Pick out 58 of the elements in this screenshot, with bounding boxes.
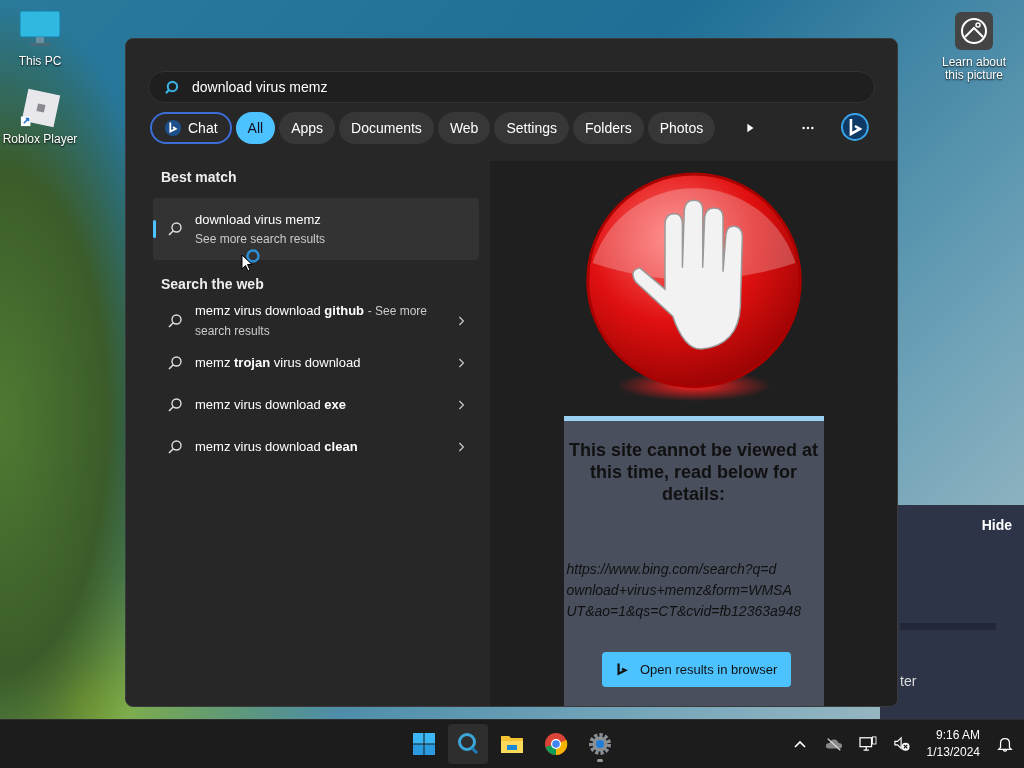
cloud-off-icon[interactable] — [824, 736, 843, 752]
suggestion-text: memz virus download exe — [195, 396, 348, 414]
preview-url-line: https://www.bing.com/search?q=d — [565, 560, 778, 579]
result-title: download virus memz — [195, 212, 322, 227]
desktop-shortcut[interactable]: Roblox Player — [2, 86, 78, 146]
date-text: 1/13/2024 — [926, 744, 980, 761]
suggestion-text: memz virus download clean — [195, 438, 359, 456]
search-icon — [167, 439, 183, 455]
hide-button[interactable]: Hide — [981, 517, 1012, 533]
windows-logo-icon — [412, 732, 436, 756]
web-suggestion[interactable]: memz virus download github - See more search results — [153, 300, 479, 342]
filter-tab[interactable]: Apps — [279, 112, 336, 144]
web-suggestion[interactable]: memz virus download clean — [153, 426, 479, 468]
suggestion-text: memz virus download github - See more search results — [195, 302, 429, 340]
web-suggestion[interactable]: memz trojan virus download — [153, 342, 479, 384]
web-suggestion[interactable]: memz virus download exe — [153, 384, 479, 426]
filter-tab[interactable]: Documents — [339, 112, 434, 144]
bing-chat-icon[interactable] — [839, 112, 871, 144]
spotlight-label[interactable]: Learn about this picture — [934, 56, 1014, 82]
filter-tab[interactable]: Settings — [494, 112, 569, 144]
chat-tab[interactable]: Chat — [150, 112, 232, 144]
loading-icon — [245, 248, 261, 264]
desktop-shortcut[interactable]: This PC — [18, 8, 62, 68]
speaker-muted-icon[interactable] — [892, 736, 911, 752]
result-subtitle: See more search results — [195, 232, 326, 246]
preview-url-line: UT&ao=1&qs=CT&cvid=fb12363a948 — [565, 602, 803, 621]
filter-tab[interactable]: Folders — [573, 112, 644, 144]
panel-text: ter — [900, 673, 917, 689]
chevron-right-icon — [457, 315, 465, 327]
search-icon — [167, 397, 183, 413]
section-heading: Search the web — [161, 276, 264, 292]
search-icon — [167, 221, 183, 237]
bing-icon — [616, 662, 628, 677]
bell-icon[interactable] — [996, 736, 1014, 752]
gear-icon — [588, 732, 612, 756]
search-icon — [167, 313, 183, 329]
section-heading: Best match — [161, 169, 237, 185]
cursor-icon — [241, 254, 253, 272]
chevron-right-icon — [457, 357, 465, 369]
time-text: 9:16 AM — [935, 727, 980, 744]
search-field[interactable]: download virus memz — [148, 71, 875, 103]
chevron-right-icon — [457, 399, 465, 411]
preview-url-line: ownload+virus+memz&form=WMSA — [565, 581, 793, 600]
chrome-icon — [544, 732, 568, 756]
preview-heading: This site cannot be viewed at this time, read below for details: — [567, 439, 820, 505]
bing-chat-icon — [164, 119, 182, 137]
search-icon — [164, 80, 179, 95]
open-in-browser-button[interactable]: Open results in browser — [602, 652, 792, 687]
picture-info-icon[interactable] — [955, 12, 993, 50]
filter-tab[interactable]: Photos — [647, 112, 716, 144]
search-icon — [456, 732, 480, 756]
search-icon — [167, 355, 183, 371]
network-icon[interactable] — [858, 736, 877, 752]
chevron-right-icon — [457, 441, 465, 453]
filter-tab[interactable]: All — [235, 112, 276, 144]
clock[interactable]: 9:16 AM 1/13/2024 — [926, 727, 980, 761]
suggestion-text: memz trojan virus download — [195, 354, 362, 372]
filter-tab[interactable]: Web — [437, 112, 491, 144]
